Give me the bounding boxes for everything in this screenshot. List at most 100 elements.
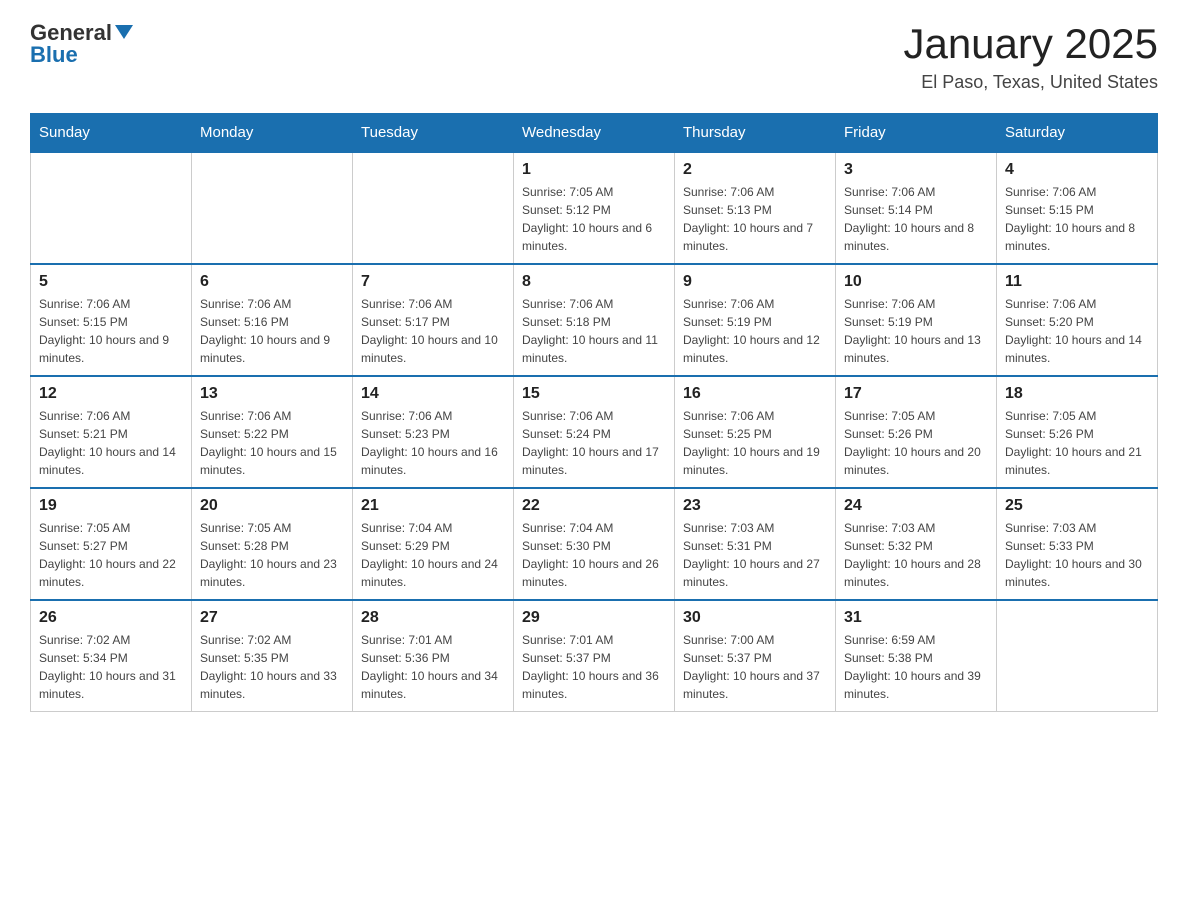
calendar-header-row: SundayMondayTuesdayWednesdayThursdayFrid… — [31, 114, 1158, 153]
calendar-cell: 11 Sunrise: 7:06 AM Sunset: 5:20 PM Dayli… — [997, 264, 1158, 376]
day-number: 17 — [844, 385, 988, 403]
day-info: Sunrise: 7:06 AM Sunset: 5:14 PM Dayligh… — [844, 183, 988, 255]
day-number: 31 — [844, 609, 988, 627]
day-info: Sunrise: 7:06 AM Sunset: 5:19 PM Dayligh… — [844, 295, 988, 367]
day-info: Sunrise: 7:06 AM Sunset: 5:23 PM Dayligh… — [361, 407, 505, 479]
day-number: 18 — [1005, 385, 1149, 403]
day-number: 28 — [361, 609, 505, 627]
page-header: General Blue January 2025 El Paso, Texas… — [30, 20, 1158, 93]
day-info: Sunrise: 7:05 AM Sunset: 5:26 PM Dayligh… — [844, 407, 988, 479]
day-number: 14 — [361, 385, 505, 403]
day-number: 22 — [522, 497, 666, 515]
day-number: 7 — [361, 273, 505, 291]
calendar-cell: 15 Sunrise: 7:06 AM Sunset: 5:24 PM Dayli… — [514, 376, 675, 488]
day-info: Sunrise: 7:04 AM Sunset: 5:30 PM Dayligh… — [522, 519, 666, 591]
day-number: 20 — [200, 497, 344, 515]
day-info: Sunrise: 7:06 AM Sunset: 5:24 PM Dayligh… — [522, 407, 666, 479]
day-of-week-header: Tuesday — [353, 114, 514, 153]
day-number: 1 — [522, 161, 666, 179]
day-info: Sunrise: 7:06 AM Sunset: 5:15 PM Dayligh… — [1005, 183, 1149, 255]
day-number: 16 — [683, 385, 827, 403]
day-info: Sunrise: 7:04 AM Sunset: 5:29 PM Dayligh… — [361, 519, 505, 591]
day-of-week-header: Sunday — [31, 114, 192, 153]
calendar-cell — [353, 152, 514, 264]
calendar-cell: 22 Sunrise: 7:04 AM Sunset: 5:30 PM Dayli… — [514, 488, 675, 600]
calendar-week-row: 12 Sunrise: 7:06 AM Sunset: 5:21 PM Dayli… — [31, 376, 1158, 488]
day-number: 29 — [522, 609, 666, 627]
day-number: 23 — [683, 497, 827, 515]
day-number: 25 — [1005, 497, 1149, 515]
calendar-cell — [997, 600, 1158, 712]
day-info: Sunrise: 6:59 AM Sunset: 5:38 PM Dayligh… — [844, 631, 988, 703]
day-number: 4 — [1005, 161, 1149, 179]
calendar-cell: 12 Sunrise: 7:06 AM Sunset: 5:21 PM Dayli… — [31, 376, 192, 488]
day-number: 3 — [844, 161, 988, 179]
logo-blue-text: Blue — [30, 42, 78, 68]
calendar-cell: 30 Sunrise: 7:00 AM Sunset: 5:37 PM Dayli… — [675, 600, 836, 712]
day-info: Sunrise: 7:06 AM Sunset: 5:22 PM Dayligh… — [200, 407, 344, 479]
day-info: Sunrise: 7:06 AM Sunset: 5:15 PM Dayligh… — [39, 295, 183, 367]
day-info: Sunrise: 7:02 AM Sunset: 5:34 PM Dayligh… — [39, 631, 183, 703]
day-info: Sunrise: 7:06 AM Sunset: 5:21 PM Dayligh… — [39, 407, 183, 479]
calendar-cell: 14 Sunrise: 7:06 AM Sunset: 5:23 PM Dayli… — [353, 376, 514, 488]
calendar-cell: 17 Sunrise: 7:05 AM Sunset: 5:26 PM Dayli… — [836, 376, 997, 488]
day-of-week-header: Monday — [192, 114, 353, 153]
day-info: Sunrise: 7:05 AM Sunset: 5:12 PM Dayligh… — [522, 183, 666, 255]
day-number: 11 — [1005, 273, 1149, 291]
calendar-cell: 21Sunrise: 7:04 AM Sunset: 5:29 PM Dayli… — [353, 488, 514, 600]
day-number: 19 — [39, 497, 183, 515]
day-info: Sunrise: 7:06 AM Sunset: 5:20 PM Dayligh… — [1005, 295, 1149, 367]
location-subtitle: El Paso, Texas, United States — [903, 72, 1158, 93]
day-number: 26 — [39, 609, 183, 627]
day-info: Sunrise: 7:06 AM Sunset: 5:13 PM Dayligh… — [683, 183, 827, 255]
calendar-cell: 23 Sunrise: 7:03 AM Sunset: 5:31 PM Dayli… — [675, 488, 836, 600]
day-info: Sunrise: 7:03 AM Sunset: 5:31 PM Dayligh… — [683, 519, 827, 591]
day-number: 8 — [522, 273, 666, 291]
calendar-cell: 31 Sunrise: 6:59 AM Sunset: 5:38 PM Dayli… — [836, 600, 997, 712]
day-number: 30 — [683, 609, 827, 627]
calendar-week-row: 19 Sunrise: 7:05 AM Sunset: 5:27 PM Dayli… — [31, 488, 1158, 600]
calendar-cell: 9 Sunrise: 7:06 AM Sunset: 5:19 PM Daylig… — [675, 264, 836, 376]
calendar-cell: 3 Sunrise: 7:06 AM Sunset: 5:14 PM Daylig… — [836, 152, 997, 264]
calendar-cell: 13 Sunrise: 7:06 AM Sunset: 5:22 PM Dayli… — [192, 376, 353, 488]
day-number: 15 — [522, 385, 666, 403]
logo: General Blue — [30, 20, 133, 68]
day-number: 13 — [200, 385, 344, 403]
day-info: Sunrise: 7:06 AM Sunset: 5:25 PM Dayligh… — [683, 407, 827, 479]
title-section: January 2025 El Paso, Texas, United Stat… — [903, 20, 1158, 93]
day-info: Sunrise: 7:06 AM Sunset: 5:17 PM Dayligh… — [361, 295, 505, 367]
day-info: Sunrise: 7:01 AM Sunset: 5:36 PM Dayligh… — [361, 631, 505, 703]
day-info: Sunrise: 7:05 AM Sunset: 5:28 PM Dayligh… — [200, 519, 344, 591]
calendar-table: SundayMondayTuesdayWednesdayThursdayFrid… — [30, 113, 1158, 712]
calendar-cell: 8Sunrise: 7:06 AM Sunset: 5:18 PM Daylig… — [514, 264, 675, 376]
day-info: Sunrise: 7:05 AM Sunset: 5:26 PM Dayligh… — [1005, 407, 1149, 479]
day-info: Sunrise: 7:02 AM Sunset: 5:35 PM Dayligh… — [200, 631, 344, 703]
calendar-week-row: 5 Sunrise: 7:06 AM Sunset: 5:15 PM Daylig… — [31, 264, 1158, 376]
day-info: Sunrise: 7:00 AM Sunset: 5:37 PM Dayligh… — [683, 631, 827, 703]
calendar-cell: 7 Sunrise: 7:06 AM Sunset: 5:17 PM Daylig… — [353, 264, 514, 376]
calendar-cell: 25 Sunrise: 7:03 AM Sunset: 5:33 PM Dayli… — [997, 488, 1158, 600]
calendar-cell — [31, 152, 192, 264]
calendar-cell: 26 Sunrise: 7:02 AM Sunset: 5:34 PM Dayli… — [31, 600, 192, 712]
day-info: Sunrise: 7:03 AM Sunset: 5:32 PM Dayligh… — [844, 519, 988, 591]
day-info: Sunrise: 7:01 AM Sunset: 5:37 PM Dayligh… — [522, 631, 666, 703]
calendar-cell: 4 Sunrise: 7:06 AM Sunset: 5:15 PM Daylig… — [997, 152, 1158, 264]
calendar-cell: 18 Sunrise: 7:05 AM Sunset: 5:26 PM Dayli… — [997, 376, 1158, 488]
calendar-cell: 20 Sunrise: 7:05 AM Sunset: 5:28 PM Dayli… — [192, 488, 353, 600]
day-number: 12 — [39, 385, 183, 403]
day-number: 9 — [683, 273, 827, 291]
day-info: Sunrise: 7:05 AM Sunset: 5:27 PM Dayligh… — [39, 519, 183, 591]
day-number: 10 — [844, 273, 988, 291]
day-number: 6 — [200, 273, 344, 291]
calendar-cell: 19 Sunrise: 7:05 AM Sunset: 5:27 PM Dayli… — [31, 488, 192, 600]
month-title: January 2025 — [903, 20, 1158, 68]
calendar-cell — [192, 152, 353, 264]
calendar-week-row: 1 Sunrise: 7:05 AM Sunset: 5:12 PM Daylig… — [31, 152, 1158, 264]
day-info: Sunrise: 7:06 AM Sunset: 5:19 PM Dayligh… — [683, 295, 827, 367]
calendar-cell: 6Sunrise: 7:06 AM Sunset: 5:16 PM Daylig… — [192, 264, 353, 376]
calendar-cell: 10 Sunrise: 7:06 AM Sunset: 5:19 PM Dayli… — [836, 264, 997, 376]
day-info: Sunrise: 7:03 AM Sunset: 5:33 PM Dayligh… — [1005, 519, 1149, 591]
day-of-week-header: Wednesday — [514, 114, 675, 153]
day-number: 5 — [39, 273, 183, 291]
calendar-cell: 5 Sunrise: 7:06 AM Sunset: 5:15 PM Daylig… — [31, 264, 192, 376]
